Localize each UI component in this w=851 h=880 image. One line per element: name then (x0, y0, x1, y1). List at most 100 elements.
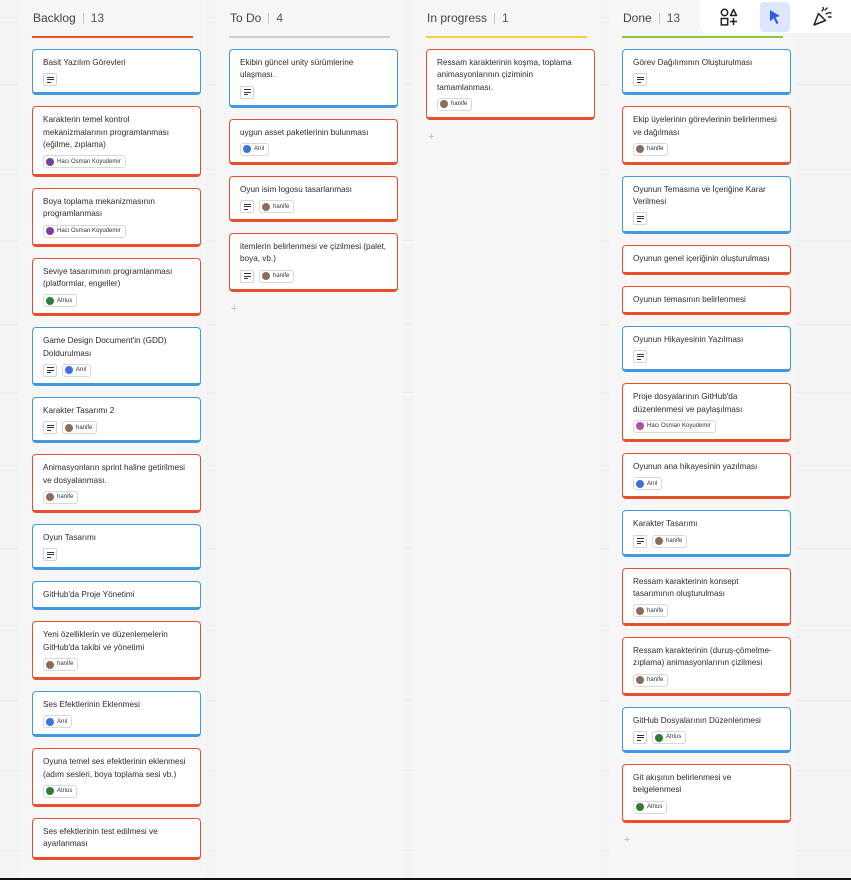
avatar (655, 537, 663, 546)
task-card[interactable]: Animasyonların sprint haline getirilmesi… (32, 454, 201, 513)
avatar (46, 787, 54, 796)
assignee-chip[interactable]: hanife (633, 604, 669, 618)
cursor-pointer-icon[interactable] (760, 1, 791, 32)
task-card[interactable]: Oyuna temel ses efektlerinin eklenmesi (… (32, 748, 201, 807)
assignee-chip[interactable]: Anıl (633, 477, 663, 491)
task-card[interactable]: Karakter Tasarımı hanife (622, 510, 791, 557)
description-icon (43, 421, 57, 435)
task-card[interactable]: Seviye tasarımının programlanması (platf… (32, 257, 201, 317)
description-icon (43, 73, 57, 87)
task-card[interactable]: Oyun Tasarımı (32, 523, 201, 571)
card-footer: hanife (437, 97, 584, 111)
task-card[interactable]: Karakter Tasarımı 2 hanife (32, 396, 201, 444)
assignee-chip[interactable]: hanife (652, 534, 688, 548)
add-card-button[interactable]: + (229, 303, 398, 315)
description-icon (240, 200, 254, 214)
card-title: GitHub'da Proje Yönetimi (43, 590, 135, 600)
task-card[interactable]: Oyun isim logosu tasarlanması hanife (229, 175, 398, 223)
column-count: 13 (90, 11, 105, 25)
assignee-chip[interactable]: hanife (259, 200, 295, 214)
assignee-chip[interactable]: Anıl (240, 142, 270, 156)
column-in-progress: In progress 1 Ressam karakterinin koşma, t… (413, 0, 600, 880)
task-card[interactable]: Oyunun Temasına ve İçeriğine Karar Veril… (622, 175, 791, 235)
task-card[interactable]: Ressam karakterinin konsept tasarımının … (622, 567, 791, 627)
task-card[interactable]: Proje dosyalarının GitHub'da düzenlenmes… (622, 383, 791, 442)
assignee-chip[interactable]: Anıl (62, 363, 92, 377)
assignee-name: hanife (647, 607, 664, 614)
column-header[interactable]: Backlog 13 (19, 0, 206, 36)
add-card-button[interactable]: + (622, 834, 791, 846)
card-footer: hanife (240, 200, 387, 214)
assignee-chip[interactable]: Atrius (43, 294, 78, 308)
assignee-name: hanife (57, 494, 74, 501)
card-title: Proje dosyalarının GitHub'da düzenlenmes… (633, 392, 743, 414)
assignee-chip[interactable]: Atrius (43, 784, 78, 798)
column-header[interactable]: To Do 4 (216, 0, 403, 36)
card-title: itemlerin belirlenmesi ve çizilmesi (pal… (240, 242, 387, 264)
column-header-divider (268, 12, 270, 24)
column-header-divider (658, 12, 660, 24)
add-card-button[interactable]: + (426, 131, 595, 143)
task-card[interactable]: Yeni özelliklerin ve düzenlemelerin GitH… (32, 621, 201, 681)
task-card[interactable]: GitHub Dosyalarının Düzenlenmesi Atrius (622, 706, 791, 754)
assignee-chip[interactable]: hanife (62, 421, 98, 435)
assignee-chip[interactable]: Atrius (652, 731, 687, 745)
column-header[interactable]: In progress 1 (413, 0, 600, 36)
task-card[interactable]: Karakterin temel kontrol mekanizmalarını… (32, 106, 201, 178)
task-card[interactable]: Ses efektlerinin test edilmesi ve ayarla… (32, 817, 201, 860)
task-card[interactable]: Basit Yazılım Görevleri (32, 49, 201, 96)
assignee-name: hanife (666, 537, 683, 544)
task-card[interactable]: Oyunun genel içeriğinin oluşturulması (622, 245, 791, 275)
assignee-name: hanife (273, 203, 290, 210)
assignee-chip[interactable]: hanife (43, 490, 79, 504)
card-footer (633, 73, 780, 87)
assignee-chip[interactable]: hanife (437, 97, 473, 111)
task-card[interactable]: Game Design Document'in (GDD) Doldurulma… (32, 327, 201, 386)
card-title: Ressam karakterinin (duruş-çömelme-zıpla… (633, 646, 772, 668)
avatar (65, 366, 73, 375)
card-title: Game Design Document'in (GDD) Doldurulma… (43, 336, 167, 358)
shapes-add-icon[interactable] (714, 2, 744, 32)
description-icon (43, 548, 57, 562)
task-card[interactable]: Görev Dağılımının Oluşturulması (622, 49, 791, 96)
task-card[interactable]: Ressam karakterinin koşma, toplama anima… (426, 49, 595, 120)
task-card[interactable]: GitHub'da Proje Yönetimi (32, 581, 201, 611)
task-card[interactable]: Oyunun Hikayesinin Yazılması (622, 326, 791, 373)
assignee-chip[interactable]: hanife (633, 673, 669, 687)
avatar (636, 479, 644, 488)
task-card[interactable]: Oyunun temasının belirlenmesi (622, 285, 791, 316)
assignee-chip[interactable]: Anıl (43, 715, 73, 729)
description-icon (633, 350, 647, 364)
task-card[interactable]: Ses Efektlerinin Eklenmesi Anıl (32, 691, 201, 738)
task-card[interactable]: itemlerin belirlenmesi ve çizilmesi (pal… (229, 233, 398, 292)
task-card[interactable]: Ekibin güncel unity sürümlerine ulaşması… (229, 49, 398, 108)
column-count: 4 (276, 11, 284, 25)
task-card[interactable]: Oyunun ana hikayesinin yazılması Anıl (622, 452, 791, 500)
assignee-chip[interactable]: Hacı Osman Koyudemir (633, 419, 716, 433)
assignee-chip[interactable]: hanife (259, 269, 295, 283)
assignee-chip[interactable]: Hacı Osman Koyudemir (43, 224, 126, 238)
task-card[interactable]: Git akışının belirlenmesi ve belgelenmes… (622, 764, 791, 823)
card-title: Ses efektlerinin test edilmesi ve ayarla… (43, 826, 158, 849)
card-footer (240, 85, 387, 99)
assignee-chip[interactable]: hanife (633, 142, 669, 156)
task-card[interactable]: Boya toplama mekanizmasının programlanma… (32, 188, 201, 247)
task-card[interactable]: uygun asset paketlerinin bulunması Anıl (229, 118, 398, 165)
column-accent-rule (426, 36, 587, 38)
task-card[interactable]: Ekip üyelerinin görevlerinin belirlenmes… (622, 106, 791, 165)
task-card[interactable]: Ressam karakterinin (duruş-çömelme-zıpla… (622, 637, 791, 696)
party-popper-icon[interactable] (807, 2, 837, 32)
card-title: Ressam karakterinin koşma, toplama anima… (437, 58, 572, 92)
avatar (262, 202, 270, 211)
assignee-chip[interactable]: Atrius (633, 800, 668, 814)
card-title: Oyunun ana hikayesinin yazılması (633, 461, 758, 471)
card-title: Yeni özelliklerin ve düzenlemelerin GitH… (43, 630, 168, 652)
assignee-name: hanife (76, 424, 93, 431)
assignee-name: Atrius (647, 804, 663, 810)
assignee-chip[interactable]: Hacı Osman Koyudemir (43, 155, 126, 169)
card-title: Oyun isim logosu tasarlanması (240, 184, 352, 194)
card-title: Git akışının belirlenmesi ve belgelenmes… (633, 773, 732, 795)
column-title: Done (623, 11, 652, 25)
card-title: uygun asset paketlerinin bulunması (240, 127, 369, 137)
assignee-chip[interactable]: hanife (43, 658, 79, 672)
